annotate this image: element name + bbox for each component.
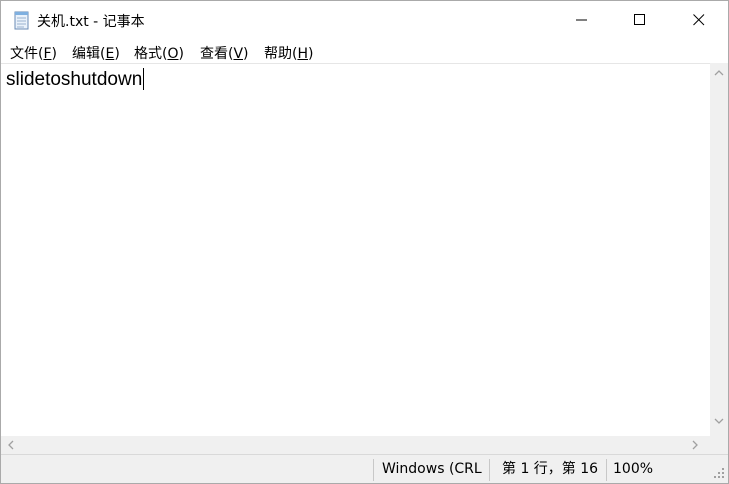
menu-file[interactable]: 文件(F) — [10, 43, 57, 63]
close-icon — [693, 14, 705, 26]
status-position: 第 1 行，第 16 — [502, 461, 599, 477]
horizontal-scrollbar[interactable] — [1, 436, 710, 454]
status-separator — [489, 459, 490, 481]
scroll-right-icon[interactable] — [691, 440, 699, 450]
status-separator — [373, 459, 374, 481]
status-zoom: 100% — [613, 461, 654, 477]
maximize-icon — [634, 14, 645, 25]
vertical-scrollbar[interactable] — [710, 63, 728, 436]
scroll-left-icon[interactable] — [7, 440, 15, 450]
scrollbar-corner — [710, 436, 728, 454]
minimize-button[interactable] — [553, 1, 611, 39]
notepad-window: 关机.txt - 记事本 文件(F) 编辑(E) 格式(O) 查看(V) 帮助(… — [0, 0, 729, 484]
editor-text: slidetoshutdown — [6, 69, 143, 90]
text-editor[interactable]: slidetoshutdown — [1, 63, 710, 436]
status-bar: Windows (CRL 第 1 行，第 16 100% — [1, 454, 728, 483]
menu-view[interactable]: 查看(V) — [200, 43, 249, 63]
scroll-down-icon[interactable] — [714, 417, 724, 425]
menu-format[interactable]: 格式(O) — [134, 43, 184, 63]
close-button[interactable] — [670, 1, 728, 39]
text-caret — [143, 68, 145, 90]
notepad-icon — [14, 11, 29, 30]
editor-content[interactable]: slidetoshutdown — [6, 68, 145, 91]
resize-grip-icon[interactable] — [713, 465, 725, 479]
scroll-up-icon[interactable] — [714, 69, 724, 77]
window-title: 关机.txt - 记事本 — [37, 14, 145, 30]
title-bar[interactable]: 关机.txt - 记事本 — [1, 1, 728, 39]
menu-bar: 文件(F) 编辑(E) 格式(O) 查看(V) 帮助(H) — [1, 39, 728, 63]
minimize-icon — [576, 19, 587, 21]
menu-edit[interactable]: 编辑(E) — [72, 43, 120, 63]
status-separator — [606, 459, 607, 481]
maximize-button[interactable] — [611, 1, 669, 39]
menu-help[interactable]: 帮助(H) — [264, 43, 313, 63]
status-encoding: Windows (CRL — [382, 461, 482, 477]
